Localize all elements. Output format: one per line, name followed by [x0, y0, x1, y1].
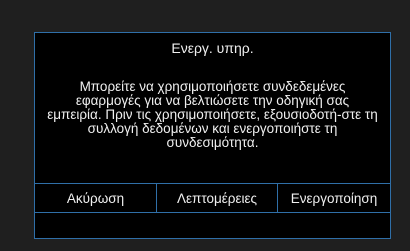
cancel-button[interactable]: Ακύρωση: [35, 184, 157, 212]
screen: Ενεργ. υπηρ. Μπορείτε να χρησιμοποιήσετε…: [0, 0, 410, 251]
activate-button[interactable]: Ενεργοποίηση: [278, 184, 390, 212]
dialog-title: Ενεργ. υπηρ.: [171, 40, 254, 56]
dialog-message: Μπορείτε να χρησιμοποιήσετε συνδεδεμένες…: [47, 79, 378, 150]
service-activation-dialog: Ενεργ. υπηρ. Μπορείτε να χρησιμοποιήσετε…: [34, 32, 391, 239]
details-button[interactable]: Λεπτομέρειες: [157, 184, 278, 212]
dialog-button-bar: Ακύρωση Λεπτομέρειες Ενεργοποίηση: [35, 183, 390, 213]
